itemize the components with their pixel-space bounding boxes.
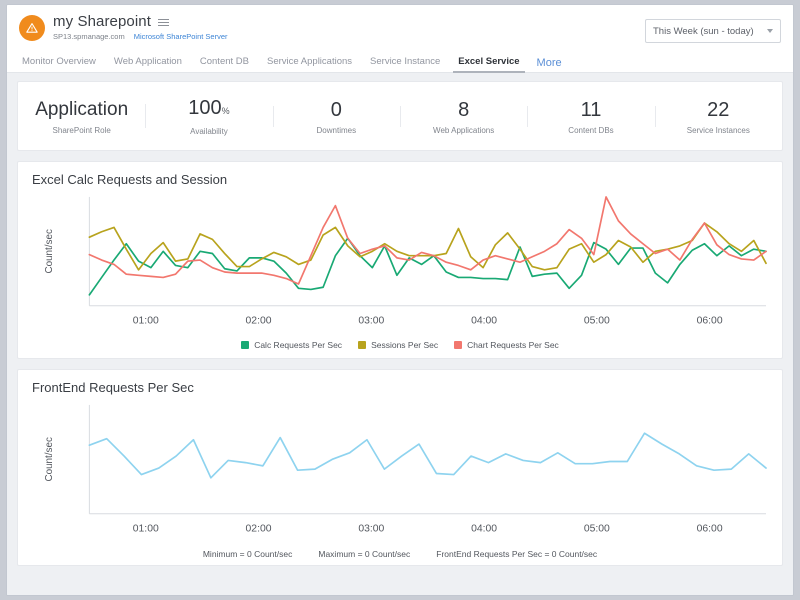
- date-range-value: This Week (sun - today): [653, 26, 754, 37]
- stat-value: 11: [527, 98, 654, 122]
- chevron-down-icon: [767, 29, 773, 33]
- title-row: my Sharepoint: [53, 13, 228, 30]
- chart-title: Excel Calc Requests and Session: [32, 172, 768, 187]
- stat-value: 22: [655, 98, 782, 122]
- stat-unit: %: [222, 106, 230, 116]
- app-window: my Sharepoint SP13.spmanage.com Microsof…: [6, 4, 794, 596]
- svg-text:Count/sec: Count/sec: [44, 229, 55, 274]
- stat-downtimes: 0 Downtimes: [273, 98, 400, 135]
- summary-stats: Application SharePoint Role 100% Availab…: [17, 81, 783, 151]
- stat-value: 100%: [145, 96, 272, 123]
- stat-label: Web Applications: [400, 126, 527, 135]
- chart-plot-excel-calc[interactable]: Count/sec 01:00 02:00 03:00 04:00 05:00 06:00: [32, 191, 768, 339]
- svg-text:02:00: 02:00: [246, 524, 272, 535]
- stat-content-dbs: 11 Content DBs: [527, 98, 654, 135]
- chart-card-excel-calc: Excel Calc Requests and Session Count/se…: [17, 161, 783, 359]
- product-link[interactable]: Microsoft SharePoint Server: [134, 32, 228, 41]
- tab-content-db[interactable]: Content DB: [191, 56, 258, 72]
- tab-service-applications[interactable]: Service Applications: [258, 56, 361, 72]
- tab-service-instance[interactable]: Service Instance: [361, 56, 449, 72]
- stat-service-instances: 22 Service Instances: [655, 98, 782, 135]
- stat-label: SharePoint Role: [18, 126, 145, 135]
- tab-monitor-overview[interactable]: Monitor Overview: [13, 56, 105, 72]
- app-header: my Sharepoint SP13.spmanage.com Microsof…: [7, 5, 793, 51]
- svg-text:01:00: 01:00: [133, 316, 159, 327]
- footnote-current: FrontEnd Requests Per Sec = 0 Count/sec: [436, 549, 597, 559]
- chart-title: FrontEnd Requests Per Sec: [32, 380, 768, 395]
- date-range-dropdown[interactable]: This Week (sun - today): [645, 19, 781, 43]
- svg-text:03:00: 03:00: [358, 524, 384, 535]
- chart-footnotes: Minimum = 0 Count/sec Maximum = 0 Count/…: [32, 549, 768, 559]
- chart-legend: Calc Requests Per Sec Sessions Per Sec C…: [32, 340, 768, 352]
- stat-label: Service Instances: [655, 126, 782, 135]
- stat-label: Availability: [145, 127, 272, 136]
- nav-more-button[interactable]: More: [529, 57, 570, 72]
- legend-swatch: [454, 341, 462, 349]
- brand-text: my Sharepoint SP13.spmanage.com Microsof…: [53, 13, 228, 41]
- tab-excel-service[interactable]: Excel Service: [449, 56, 528, 72]
- svg-text:03:00: 03:00: [358, 316, 384, 327]
- stat-label: Downtimes: [273, 126, 400, 135]
- svg-text:06:00: 06:00: [697, 524, 723, 535]
- tab-web-application[interactable]: Web Application: [105, 56, 191, 72]
- stat-value: 8: [400, 98, 527, 122]
- footnote-minimum: Minimum = 0 Count/sec: [203, 549, 293, 559]
- main-nav: Monitor Overview Web Application Content…: [7, 51, 793, 73]
- legend-swatch: [358, 341, 366, 349]
- legend-item-sessions[interactable]: Sessions Per Sec: [358, 340, 438, 350]
- legend-label: Chart Requests Per Sec: [467, 340, 559, 350]
- stat-label: Content DBs: [527, 126, 654, 135]
- stat-web-applications: 8 Web Applications: [400, 98, 527, 135]
- legend-label: Sessions Per Sec: [371, 340, 438, 350]
- stat-number: 100: [188, 97, 221, 119]
- svg-text:02:00: 02:00: [246, 316, 272, 327]
- stat-value: 0: [273, 98, 400, 122]
- subtitle-row: SP13.spmanage.com Microsoft SharePoint S…: [53, 32, 228, 41]
- svg-text:05:00: 05:00: [584, 524, 610, 535]
- stat-value: Application: [18, 98, 145, 122]
- svg-text:05:00: 05:00: [584, 316, 610, 327]
- svg-text:04:00: 04:00: [471, 316, 497, 327]
- chart-card-frontend-requests: FrontEnd Requests Per Sec Count/sec 01:00…: [17, 369, 783, 565]
- host-name: SP13.spmanage.com: [53, 32, 125, 41]
- legend-swatch: [241, 341, 249, 349]
- chart-plot-frontend[interactable]: Count/sec 01:00 02:00 03:00 04:00 05:00 06:00: [32, 399, 768, 547]
- legend-label: Calc Requests Per Sec: [254, 340, 342, 350]
- warning-triangle-icon: [19, 15, 45, 41]
- stat-availability: 100% Availability: [145, 96, 272, 136]
- stat-sharepoint-role: Application SharePoint Role: [18, 98, 145, 135]
- svg-text:06:00: 06:00: [697, 316, 723, 327]
- legend-item-calc-requests[interactable]: Calc Requests Per Sec: [241, 340, 342, 350]
- legend-item-chart-requests[interactable]: Chart Requests Per Sec: [454, 340, 559, 350]
- svg-text:Count/sec: Count/sec: [44, 437, 55, 482]
- hamburger-icon[interactable]: [158, 18, 169, 26]
- svg-text:01:00: 01:00: [133, 524, 159, 535]
- svg-text:04:00: 04:00: [471, 524, 497, 535]
- footnote-maximum: Maximum = 0 Count/sec: [318, 549, 410, 559]
- page-title: my Sharepoint: [53, 13, 151, 30]
- page-body: Application SharePoint Role 100% Availab…: [7, 73, 793, 595]
